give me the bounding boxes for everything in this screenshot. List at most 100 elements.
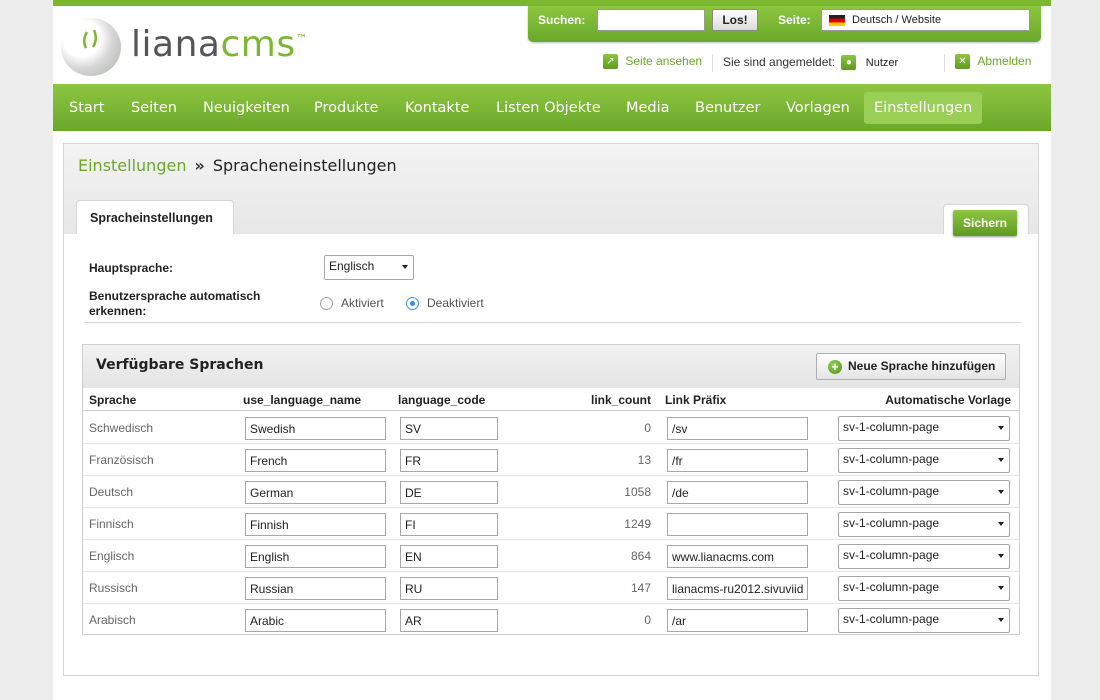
link-count: 147 xyxy=(630,581,651,595)
use-language-name-input[interactable]: Finnish xyxy=(245,513,386,536)
auto-template-select[interactable]: sv-1-column-page xyxy=(838,576,1010,601)
external-link-icon: ↗ xyxy=(603,54,618,70)
auto-template-select[interactable]: sv-1-column-page xyxy=(838,448,1010,473)
use-language-name-input[interactable]: Russian xyxy=(245,577,386,600)
divider xyxy=(712,54,713,72)
logo[interactable]: lianacms™ xyxy=(61,18,308,78)
divider xyxy=(944,54,945,72)
table-row: Arabisch Arabic AR 0 /ar sv-1-column-pag… xyxy=(83,604,1019,636)
link-count: 1249 xyxy=(624,517,651,531)
auto-template-select[interactable]: sv-1-column-page xyxy=(838,544,1010,569)
logo-text-main: liana xyxy=(131,24,221,65)
nav-item-produkte[interactable]: Produkte xyxy=(304,92,388,124)
language-code-input[interactable]: EN xyxy=(400,545,498,568)
link-prefix-input[interactable]: /de xyxy=(667,481,808,504)
chevron-down-icon xyxy=(998,458,1004,462)
auto-template-select[interactable]: sv-1-column-page xyxy=(838,608,1010,633)
language-code-input[interactable]: SV xyxy=(400,417,498,440)
save-button-holder: Sichern xyxy=(943,204,1029,236)
radio-deaktiviert-label[interactable]: Deaktiviert xyxy=(427,296,484,310)
logo-mark-icon xyxy=(61,18,121,76)
search-bar: Suchen: Los! Seite: Deutsch / Website xyxy=(528,6,1041,42)
logout-label: Abmelden xyxy=(977,54,1032,68)
link-prefix-input[interactable]: lianacms-ru2012.sivuviid xyxy=(667,577,808,600)
chevron-down-icon xyxy=(998,554,1004,558)
panel-title: Verfügbare Sprachen xyxy=(96,357,264,373)
content-area: Einstellungen » Spracheneinstellungen Spra… xyxy=(63,143,1039,676)
site-select[interactable]: Deutsch / Website xyxy=(821,9,1030,31)
link-count: 1058 xyxy=(624,485,651,499)
link-count: 864 xyxy=(630,549,651,563)
view-site-label: Seite ansehen xyxy=(625,54,703,68)
link-prefix-input[interactable]: /fr xyxy=(667,449,808,472)
view-site-link[interactable]: ↗ Seite ansehen xyxy=(603,54,703,70)
language-code-input[interactable]: DE xyxy=(400,481,498,504)
logout-link[interactable]: ✕ Abmelden xyxy=(955,54,1032,70)
main-nav: Start Seiten Neuigkeiten Produkte Kontak… xyxy=(53,84,1051,131)
divider xyxy=(84,322,1021,323)
nav-item-benutzer[interactable]: Benutzer xyxy=(685,92,770,124)
column-header-link-count: link_count xyxy=(590,393,651,407)
nav-item-neuigkeiten[interactable]: Neuigkeiten xyxy=(193,92,300,124)
plus-icon: + xyxy=(828,360,842,374)
logo-text-accent: cms xyxy=(220,24,296,65)
nav-item-kontakte[interactable]: Kontakte xyxy=(395,92,479,124)
save-button[interactable]: Sichern xyxy=(953,210,1017,236)
nav-item-vorlagen[interactable]: Vorlagen xyxy=(776,92,860,124)
nav-item-listen-objekte[interactable]: Listen Objekte xyxy=(486,92,611,124)
page: lianacms™ Suchen: Los! Seite: Deutsch / … xyxy=(53,0,1051,700)
german-flag-icon xyxy=(829,15,845,26)
language-name: Englisch xyxy=(89,549,135,563)
breadcrumb: Einstellungen » Spracheneinstellungen xyxy=(78,156,397,175)
use-language-name-input[interactable]: Swedish xyxy=(245,417,386,440)
link-prefix-input[interactable]: /sv xyxy=(667,417,808,440)
nav-item-seiten[interactable]: Seiten xyxy=(121,92,187,124)
auto-template-value: sv-1-column-page xyxy=(843,548,940,562)
panel-header: Verfügbare Sprachen + Neue Sprache hinzu… xyxy=(83,345,1019,388)
language-code-input[interactable]: FI xyxy=(400,513,498,536)
language-name: Arabisch xyxy=(89,613,136,627)
language-name: Französisch xyxy=(89,453,154,467)
logo-text: lianacms™ xyxy=(131,24,308,65)
breadcrumb-parent[interactable]: Einstellungen xyxy=(78,156,186,175)
site-select-value: Deutsch / Website xyxy=(852,14,942,26)
tab-spracheinstellungen[interactable]: Spracheinstellungen xyxy=(76,200,234,234)
radio-deaktiviert[interactable] xyxy=(406,297,419,310)
link-prefix-input[interactable]: /ar xyxy=(667,609,808,632)
use-language-name-input[interactable]: French xyxy=(245,449,386,472)
language-code-input[interactable]: RU xyxy=(400,577,498,600)
table-row: Schwedisch Swedish SV 0 /sv sv-1-column-… xyxy=(83,412,1019,444)
breadcrumb-separator: » xyxy=(194,156,205,175)
auto-template-select[interactable]: sv-1-column-page xyxy=(838,480,1010,505)
language-code-input[interactable]: AR xyxy=(400,609,498,632)
auto-template-value: sv-1-column-page xyxy=(843,420,940,434)
search-button[interactable]: Los! xyxy=(712,9,758,31)
table-row: Deutsch German DE 1058 /de sv-1-column-p… xyxy=(83,476,1019,508)
nav-item-media[interactable]: Media xyxy=(616,92,680,124)
site-label: Seite: xyxy=(778,13,811,27)
use-language-name-input[interactable]: English xyxy=(245,545,386,568)
link-prefix-input[interactable] xyxy=(667,513,808,536)
link-prefix-input[interactable]: www.lianacms.com xyxy=(667,545,808,568)
language-code-input[interactable]: FR xyxy=(400,449,498,472)
radio-aktiviert[interactable] xyxy=(320,297,333,310)
use-language-name-input[interactable]: German xyxy=(245,481,386,504)
use-language-name-input[interactable]: Arabic xyxy=(245,609,386,632)
main-language-select[interactable]: Englisch xyxy=(324,255,414,280)
chevron-down-icon xyxy=(998,490,1004,494)
user-name[interactable]: Nutzer xyxy=(866,57,898,69)
search-input[interactable] xyxy=(597,9,705,31)
language-name: Russisch xyxy=(89,581,138,595)
auto-template-select[interactable]: sv-1-column-page xyxy=(838,512,1010,537)
radio-aktiviert-label[interactable]: Aktiviert xyxy=(341,296,384,310)
column-header-link-prefix: Link Präfix xyxy=(665,393,727,407)
nav-item-einstellungen[interactable]: Einstellungen xyxy=(864,92,983,124)
logged-in-info: Sie sind angemeldet: ● Nutzer xyxy=(723,55,898,71)
auto-template-select[interactable]: sv-1-column-page xyxy=(838,416,1010,441)
add-language-button[interactable]: + Neue Sprache hinzufügen xyxy=(816,353,1006,380)
auto-template-value: sv-1-column-page xyxy=(843,612,940,626)
language-name: Finnisch xyxy=(89,517,134,531)
column-header-use-language-name: use_language_name xyxy=(243,393,362,407)
nav-item-start[interactable]: Start xyxy=(59,92,114,124)
language-name: Schwedisch xyxy=(89,421,154,435)
